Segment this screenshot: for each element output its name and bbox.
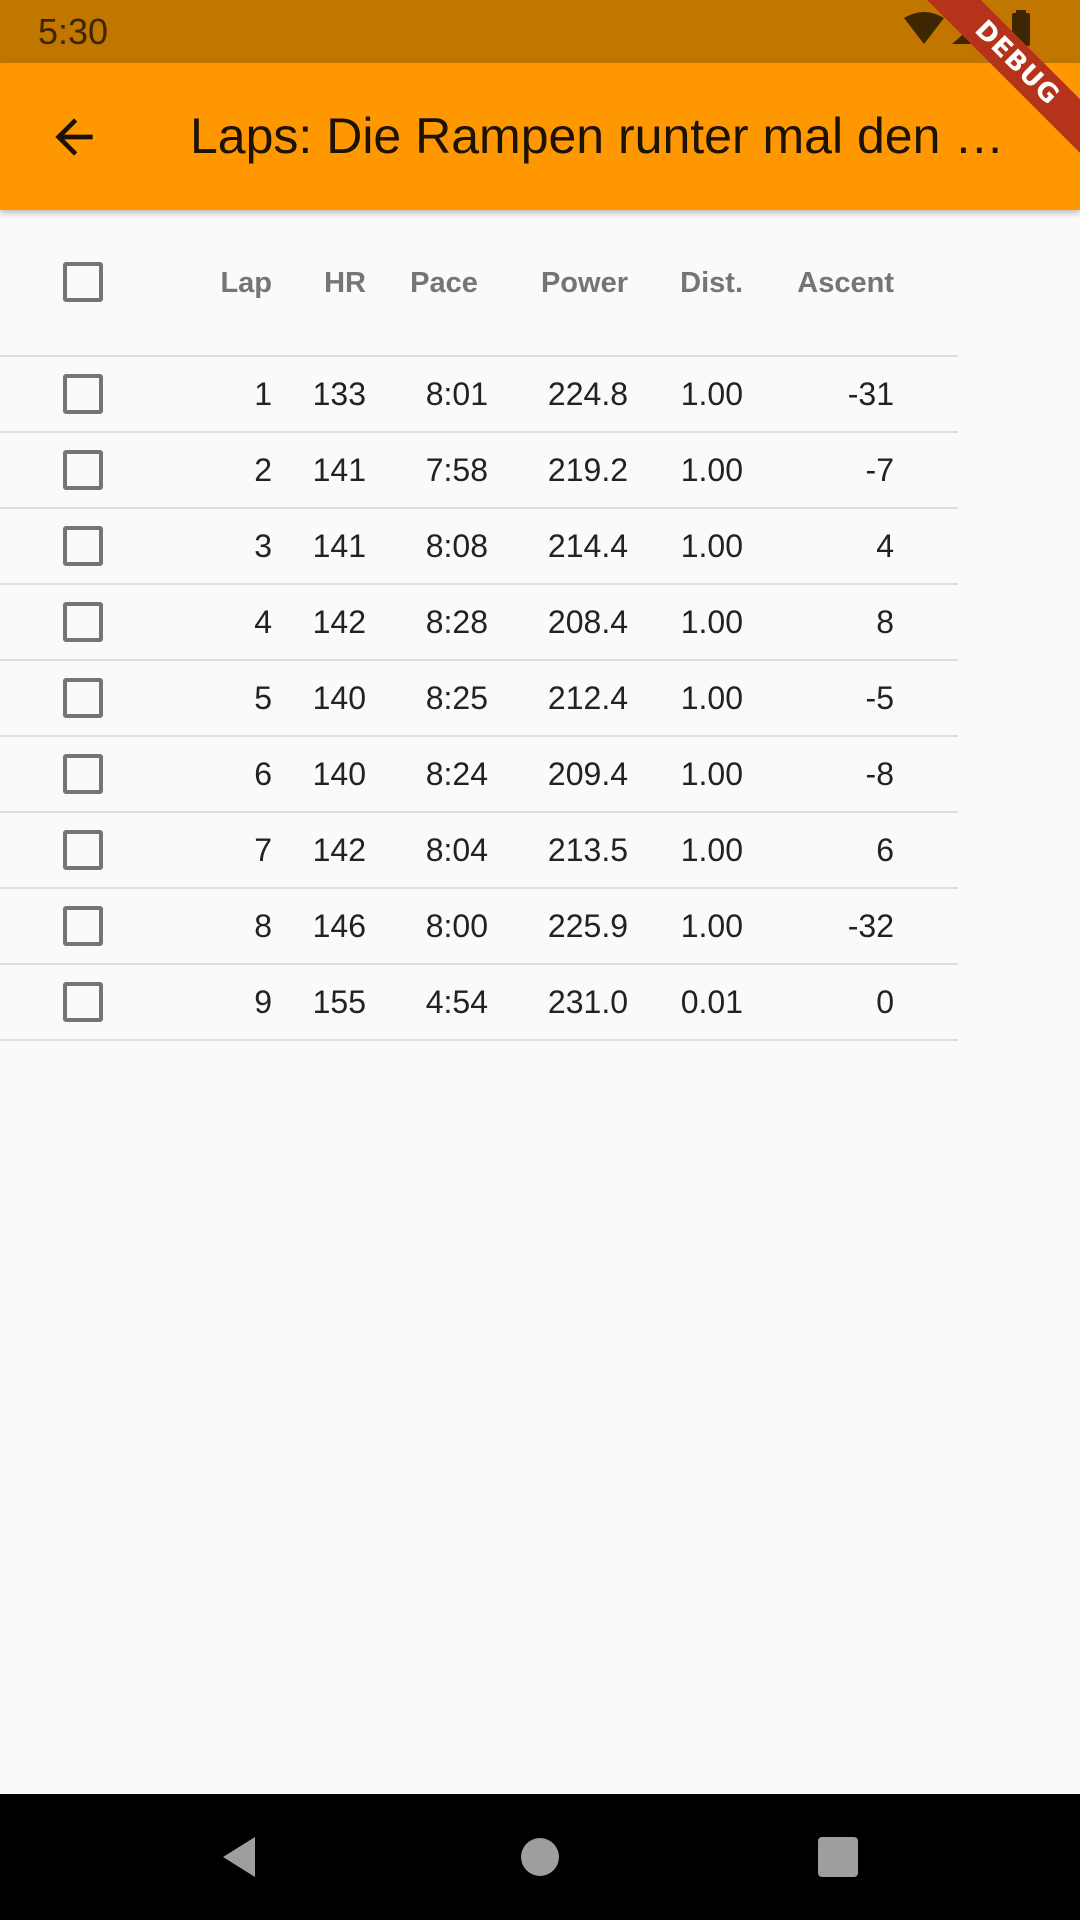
cell-ascent: 4 [876, 527, 894, 564]
cell-dist: 1.00 [680, 755, 743, 792]
cell-dist: 1.00 [680, 603, 743, 640]
cell-dist: 1.00 [680, 375, 743, 412]
row-checkbox[interactable] [63, 526, 103, 566]
cell-ascent: -32 [847, 907, 894, 944]
column-header-hr[interactable]: HR [290, 212, 366, 355]
table-row[interactable]: 7 142 8:04 213.5 1.00 6 [0, 813, 958, 889]
column-header-power[interactable]: Power [515, 212, 628, 355]
cell-dist: 1.00 [680, 679, 743, 716]
cell-power: 213.5 [547, 831, 628, 868]
cell-power: 209.4 [547, 755, 628, 792]
select-all-checkbox[interactable] [63, 262, 103, 302]
back-button[interactable] [30, 93, 118, 181]
table-row[interactable]: 3 141 8:08 214.4 1.00 4 [0, 509, 958, 585]
table-row[interactable]: 1 133 8:01 224.8 1.00 -31 [0, 357, 958, 433]
cell-ascent: 8 [876, 603, 894, 640]
row-checkbox[interactable] [63, 374, 103, 414]
wifi-icon [904, 12, 944, 44]
table-row[interactable]: 6 140 8:24 209.4 1.00 -8 [0, 737, 958, 813]
cell-hr: 140 [312, 679, 366, 716]
column-header-dist[interactable]: Dist. [660, 212, 743, 355]
row-checkbox[interactable] [63, 830, 103, 870]
cell-power: 224.8 [547, 375, 628, 412]
cell-dist: 1.00 [680, 907, 743, 944]
app-bar: Laps: Die Rampen runter mal den … [0, 63, 1080, 210]
cell-pace: 8:25 [425, 679, 488, 716]
cell-lap: 8 [254, 907, 272, 944]
cell-lap: 9 [254, 983, 272, 1020]
cell-lap: 3 [254, 527, 272, 564]
signal-icon [952, 12, 988, 44]
nav-recents-button[interactable] [808, 1827, 868, 1887]
cell-ascent: -5 [865, 679, 894, 716]
row-checkbox[interactable] [63, 906, 103, 946]
navigation-bar [0, 1794, 1080, 1920]
table-row[interactable]: 8 146 8:00 225.9 1.00 -32 [0, 889, 958, 965]
cell-ascent: -31 [847, 375, 894, 412]
table-row[interactable]: 9 155 4:54 231.0 0.01 0 [0, 965, 958, 1041]
column-header-lap[interactable]: Lap [180, 212, 272, 355]
nav-recents-icon [818, 1837, 858, 1877]
cell-ascent: -7 [865, 451, 894, 488]
cell-pace: 8:08 [425, 527, 488, 564]
nav-home-icon [521, 1838, 559, 1876]
cell-pace: 4:54 [425, 983, 488, 1020]
cell-dist: 0.01 [680, 983, 743, 1020]
row-checkbox[interactable] [63, 754, 103, 794]
laps-table: Lap HR Pace Power Dist. Ascent 1 133 8:0… [0, 212, 958, 1041]
cell-hr: 142 [312, 603, 366, 640]
cell-dist: 1.00 [680, 451, 743, 488]
nav-home-button[interactable] [510, 1827, 570, 1887]
cell-lap: 5 [254, 679, 272, 716]
cell-lap: 2 [254, 451, 272, 488]
cell-hr: 155 [312, 983, 366, 1020]
cell-lap: 6 [254, 755, 272, 792]
cell-hr: 141 [312, 451, 366, 488]
nav-back-button[interactable] [210, 1827, 270, 1887]
table-header: Lap HR Pace Power Dist. Ascent [0, 212, 958, 357]
cell-pace: 8:01 [425, 375, 488, 412]
cell-pace: 8:04 [425, 831, 488, 868]
column-header-pace[interactable]: Pace [400, 212, 488, 355]
row-checkbox[interactable] [63, 450, 103, 490]
cell-pace: 8:24 [425, 755, 488, 792]
page-title: Laps: Die Rampen runter mal den … [190, 108, 1005, 164]
cell-hr: 140 [312, 755, 366, 792]
cell-power: 208.4 [547, 603, 628, 640]
cell-power: 225.9 [547, 907, 628, 944]
cell-power: 231.0 [547, 983, 628, 1020]
cell-lap: 1 [254, 375, 272, 412]
cell-lap: 7 [254, 831, 272, 868]
row-checkbox[interactable] [63, 602, 103, 642]
status-time: 5:30 [38, 11, 109, 52]
row-checkbox[interactable] [63, 678, 103, 718]
cell-pace: 8:28 [425, 603, 488, 640]
cell-power: 214.4 [547, 527, 628, 564]
cell-power: 219.2 [547, 451, 628, 488]
cell-dist: 1.00 [680, 527, 743, 564]
cell-hr: 146 [312, 907, 366, 944]
row-checkbox[interactable] [63, 982, 103, 1022]
arrow-back-icon [55, 118, 93, 156]
cell-dist: 1.00 [680, 831, 743, 868]
status-icons [902, 10, 1042, 52]
cell-ascent: 0 [876, 983, 894, 1020]
status-bar: 5:30 [0, 0, 1080, 63]
cell-hr: 141 [312, 527, 366, 564]
cell-ascent: -8 [865, 755, 894, 792]
nav-back-icon [223, 1837, 255, 1877]
table-row[interactable]: 5 140 8:25 212.4 1.00 -5 [0, 661, 958, 737]
cell-hr: 142 [312, 831, 366, 868]
column-header-ascent[interactable]: Ascent [780, 212, 894, 355]
table-row[interactable]: 2 141 7:58 219.2 1.00 -7 [0, 433, 958, 509]
cell-pace: 8:00 [425, 907, 488, 944]
cell-power: 212.4 [547, 679, 628, 716]
cell-hr: 133 [312, 375, 366, 412]
cell-pace: 7:58 [425, 451, 488, 488]
battery-icon [1012, 10, 1030, 46]
cell-ascent: 6 [876, 831, 894, 868]
table-row[interactable]: 4 142 8:28 208.4 1.00 8 [0, 585, 958, 661]
cell-lap: 4 [254, 603, 272, 640]
